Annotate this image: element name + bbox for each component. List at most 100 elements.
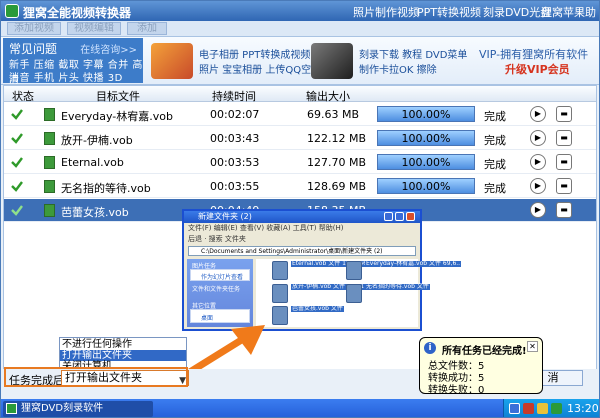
- vip-text[interactable]: VIP-拥有狸窝所有软件: [479, 46, 588, 62]
- edit-video-button[interactable]: 视频编辑: [67, 22, 121, 35]
- explorer-file[interactable]: Everyday-林宥嘉.vob 文件 69,6..: [346, 261, 462, 281]
- faq-panel: 常见问题 在线咨询>> 新手 压缩 截取 字幕 合并 高清 消音 手机 片头 快…: [3, 38, 143, 86]
- video-file-icon: [44, 204, 55, 217]
- video-file-icon: [44, 156, 55, 169]
- file-name: Everyday-林宥嘉.vob: [61, 110, 173, 123]
- promo1-line2[interactable]: 照片 宝宝相册 上传QQ空间: [199, 61, 321, 76]
- check-icon: [11, 205, 23, 216]
- video-file-icon: [44, 132, 55, 145]
- open-folder-icon[interactable]: ▬: [556, 106, 572, 122]
- system-tray: 13:20: [503, 399, 599, 417]
- progress-text: 100.00%: [401, 108, 451, 121]
- explorer-file[interactable]: Eternal.vob 文件 127,766 KB: [272, 261, 378, 281]
- promo2-line2[interactable]: 制作卡拉OK 擦除: [359, 61, 437, 76]
- progress-bar: 100.00%: [377, 106, 475, 122]
- file-state: 完成: [484, 134, 506, 147]
- video-file-icon: [44, 180, 55, 193]
- play-icon[interactable]: ▶: [530, 106, 546, 122]
- highlight-frame: [4, 367, 188, 387]
- check-icon: [11, 157, 23, 168]
- header-output-size: 输出大小: [306, 90, 350, 103]
- vob-file-icon: [346, 284, 362, 303]
- play-icon[interactable]: ▶: [530, 130, 546, 146]
- faq-title: 常见问题: [9, 42, 58, 56]
- explorer-task-pane: 图片任务 作为幻灯片查看 文件和文件夹任务 其它位置 桌面: [187, 259, 253, 327]
- vob-file-icon: [272, 261, 288, 280]
- taskbar-app-button[interactable]: 狸窝DVD刻录软件: [3, 401, 153, 417]
- volume-icon[interactable]: [537, 403, 548, 414]
- progress-text: 100.00%: [401, 180, 451, 193]
- progress-text: 100.00%: [401, 132, 451, 145]
- explorer-file[interactable]: 放开-伊楠.vob 文件 122,170 KB: [272, 284, 383, 304]
- add-button[interactable]: 添加: [127, 22, 167, 35]
- check-icon: [11, 133, 23, 144]
- explorer-address-bar[interactable]: C:\Documents and Settings\Administrator\…: [188, 246, 416, 256]
- security-icon[interactable]: [523, 403, 534, 414]
- ppt-promo-icon[interactable]: [151, 43, 193, 79]
- video-file-icon: [44, 108, 55, 121]
- vob-file-icon: [272, 306, 288, 325]
- info-panel: 常见问题 在线咨询>> 新手 压缩 截取 字幕 合并 高清 消音 手机 片头 快…: [1, 37, 599, 86]
- table-row[interactable]: 无名指的等待.vob 00:03:55 128.69 MB 100.00% 完成…: [4, 175, 596, 198]
- app-logo-icon: [5, 4, 19, 18]
- play-icon[interactable]: ▶: [530, 202, 546, 218]
- app-window: 狸窝全能视频转换器 照片制作视频 PPT转换视频 刻录DVD光盘 狸窝苹果助手 …: [0, 0, 600, 418]
- info-icon: i: [424, 342, 436, 354]
- taskbar: 狸窝DVD刻录软件 13:20: [1, 399, 599, 417]
- maximize-icon[interactable]: [395, 212, 404, 221]
- app-icon: [6, 403, 17, 414]
- taskbar-app-label: 狸窝DVD刻录软件: [21, 403, 104, 414]
- explorer-file-area: Eternal.vob 文件 127,766 KB Everyday-林宥嘉.v…: [256, 259, 462, 327]
- progress-bar: 100.00%: [377, 130, 475, 146]
- explorer-menubar[interactable]: 文件(F) 编辑(E) 查看(V) 收藏(A) 工具(T) 帮助(H): [184, 223, 420, 233]
- play-icon[interactable]: ▶: [530, 154, 546, 170]
- table-row[interactable]: Eternal.vob 00:03:53 127.70 MB 100.00% 完…: [4, 151, 596, 174]
- check-icon: [11, 181, 23, 192]
- file-size: 127.70 MB: [307, 156, 367, 169]
- header-duration: 持续时间: [212, 90, 256, 103]
- vob-file-icon: [346, 261, 362, 280]
- app-tray-icon[interactable]: [551, 403, 562, 414]
- file-size: 122.12 MB: [307, 132, 367, 145]
- faq-links-2[interactable]: 消音 手机 片头 快播 3D: [9, 69, 123, 84]
- online-help-link[interactable]: 在线咨询>>: [80, 41, 137, 56]
- clock[interactable]: 13:20: [567, 402, 599, 415]
- dvd-promo-icon[interactable]: [311, 43, 353, 79]
- open-folder-icon[interactable]: ▬: [556, 130, 572, 146]
- network-icon[interactable]: [509, 403, 520, 414]
- link-photo-video[interactable]: 照片制作视频: [353, 4, 419, 20]
- file-tasks-heading[interactable]: 文件和文件夹任务: [192, 284, 240, 293]
- completion-balloon: i 所有任务已经完成! ✕ 总文件数：5 转换成功：5 转换失败：0: [419, 337, 543, 396]
- minimize-icon[interactable]: [384, 212, 393, 221]
- option-do-nothing[interactable]: 不进行任何操作: [60, 339, 186, 350]
- play-icon[interactable]: ▶: [530, 178, 546, 194]
- file-state: 完成: [484, 110, 506, 123]
- explorer-file[interactable]: 无名指的等待.vob 文件: [346, 284, 430, 304]
- upgrade-vip-link[interactable]: 升级VIP会员: [505, 61, 570, 77]
- promo2-line1[interactable]: 刻录下载 教程 DVD菜单: [359, 46, 467, 61]
- file-name: 芭蕾女孩.vob: [61, 206, 129, 219]
- open-folder-icon[interactable]: ▬: [556, 178, 572, 194]
- balloon-title: 所有任务已经完成!: [442, 346, 527, 357]
- file-duration: 00:02:07: [210, 108, 260, 121]
- link-ppt-video[interactable]: PPT转换视频: [417, 4, 481, 20]
- file-state: 完成: [484, 158, 506, 171]
- open-folder-icon[interactable]: ▬: [556, 202, 572, 218]
- option-open-folder[interactable]: 打开输出文件夹: [60, 350, 186, 361]
- file-state: 完成: [484, 182, 506, 195]
- file-size: 69.63 MB: [307, 108, 360, 121]
- table-row[interactable]: 放开-伊楠.vob 00:03:43 122.12 MB 100.00% 完成 …: [4, 127, 596, 150]
- promo1-line1[interactable]: 电子相册 PPT转换成视频: [199, 46, 310, 61]
- file-duration: 00:03:43: [210, 132, 260, 145]
- close-icon[interactable]: [406, 212, 415, 221]
- slideshow-link[interactable]: 作为幻灯片查看: [201, 272, 243, 281]
- explorer-file[interactable]: 芭蕾女孩.vob 文件: [272, 306, 344, 326]
- table-row[interactable]: Everyday-林宥嘉.vob 00:02:07 69.63 MB 100.0…: [4, 103, 596, 126]
- vob-file-icon: [272, 284, 288, 303]
- explorer-toolbar[interactable]: 后退 · 搜索 文件夹: [184, 233, 420, 245]
- close-icon[interactable]: ✕: [527, 341, 538, 352]
- file-duration: 00:03:55: [210, 180, 260, 193]
- add-video-button[interactable]: 添加视频: [7, 22, 61, 35]
- check-icon: [11, 109, 23, 120]
- open-folder-icon[interactable]: ▬: [556, 154, 572, 170]
